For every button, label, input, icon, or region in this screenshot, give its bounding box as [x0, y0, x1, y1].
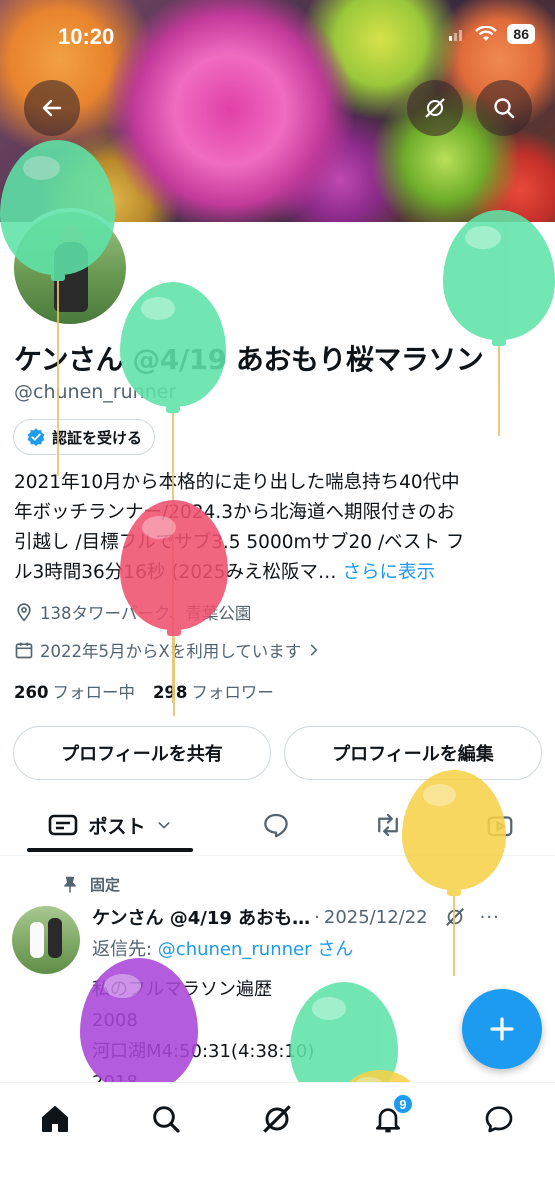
- bio-line: 年ボッチランナー/2024.3から北海道へ期限付きのお: [14, 502, 455, 523]
- grok-button[interactable]: [407, 80, 463, 136]
- wifi-icon: [475, 26, 498, 41]
- posts-icon: [49, 814, 78, 836]
- location-pin-icon: [17, 603, 31, 622]
- tab-active-indicator: [27, 848, 193, 852]
- cellular-icon: [449, 30, 463, 41]
- reply-bubble-icon: [264, 813, 288, 838]
- home-icon: [42, 1106, 68, 1132]
- reply-prefix: 返信先:: [92, 939, 158, 960]
- avatar-runner-2: [48, 918, 62, 958]
- nav-grok[interactable]: [257, 1099, 297, 1139]
- tab-replies[interactable]: [254, 796, 298, 854]
- profile-bio: 2021年10月から本格的に走り出した喘息持ち40代中 年ボッチランナー/202…: [14, 468, 544, 588]
- nav-home[interactable]: [35, 1099, 75, 1139]
- chevron-down-icon: [158, 822, 169, 829]
- grok-icon: [425, 98, 445, 118]
- grok-icon: [263, 1105, 291, 1133]
- nav-explore[interactable]: [146, 1099, 186, 1139]
- status-bar: 10:20 86: [0, 0, 555, 74]
- tab-posts[interactable]: ポスト: [27, 796, 193, 854]
- pinned-label: 固定: [90, 876, 121, 894]
- show-more-link[interactable]: さらに表示: [342, 562, 435, 583]
- chat-bubble-icon: [485, 1106, 513, 1133]
- post-author-name[interactable]: ケンさん @4/19 あおも…: [92, 904, 310, 930]
- search-button[interactable]: [476, 80, 532, 136]
- status-icons: 86: [449, 24, 535, 44]
- nav-messages[interactable]: [479, 1099, 519, 1139]
- status-time: 10:20: [58, 24, 115, 49]
- calendar-icon: [15, 642, 33, 659]
- plus-icon: [490, 1017, 514, 1041]
- nav-notifications[interactable]: 9: [368, 1093, 414, 1139]
- share-profile-button[interactable]: プロフィールを共有: [13, 726, 271, 780]
- back-button[interactable]: [24, 80, 80, 136]
- bottom-navigation: 9: [0, 1082, 555, 1200]
- following-count: 260: [14, 683, 49, 702]
- reply-mention-link[interactable]: @chunen_runner: [158, 939, 312, 960]
- post-author-avatar[interactable]: [12, 906, 80, 974]
- notification-badge: 9: [392, 1093, 414, 1115]
- chevron-right-icon: [311, 644, 318, 656]
- search-icon: [153, 1106, 180, 1133]
- repost-icon: [378, 813, 398, 837]
- pin-icon: [64, 876, 76, 892]
- avatar-runner-1: [30, 922, 44, 958]
- compose-post-button[interactable]: [462, 989, 542, 1069]
- tab-posts-label: ポスト: [88, 815, 146, 838]
- yellow-balloon: [402, 770, 506, 980]
- search-icon: [494, 98, 515, 119]
- bio-line: ル3時間36分16秒 (2025みえ松阪マ… さらに表示: [14, 558, 544, 588]
- pinned-indicator: 固定: [60, 874, 120, 895]
- arrow-left-icon: [42, 99, 62, 117]
- following-link[interactable]: 260 フォロー中: [14, 679, 135, 703]
- battery-indicator: 86: [507, 24, 535, 44]
- post-dot: ·: [314, 906, 320, 928]
- red-balloon: [120, 500, 228, 720]
- green-balloon: [0, 140, 115, 480]
- green-balloon: [443, 210, 555, 440]
- reply-suffix: さん: [317, 939, 354, 960]
- bio-line: 引越し /目標フルでサブ3.5 5000mサブ20 /ベスト フ: [14, 532, 465, 553]
